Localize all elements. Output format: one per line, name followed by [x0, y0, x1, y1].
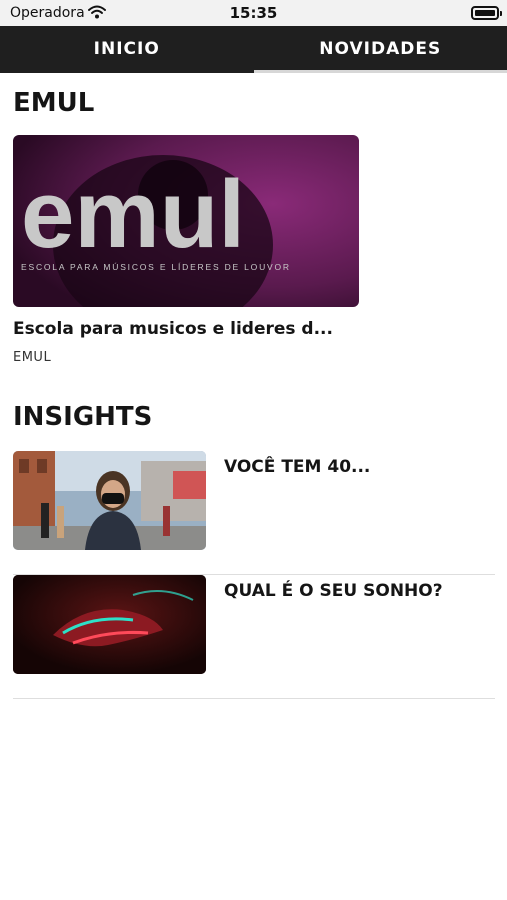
clock: 15:35	[229, 4, 278, 22]
emul-card-subtitle: EMUL	[13, 350, 52, 365]
status-bar: Operadora 15:35	[0, 0, 507, 26]
insight-title[interactable]: QUAL É O SEU SONHO?	[224, 581, 443, 601]
tab-inicio[interactable]: INICIO	[0, 26, 254, 73]
list-item[interactable]: VOCÊ TEM 40...	[13, 451, 495, 575]
battery-icon	[471, 6, 502, 20]
video-thumbnail[interactable]	[13, 451, 206, 550]
video-thumbnail[interactable]	[13, 575, 206, 674]
divider	[13, 698, 495, 699]
section-title-emul: EMUL	[13, 88, 95, 118]
tab-bar: INICIO NOVIDADES	[0, 26, 507, 73]
list-item[interactable]: QUAL É O SEU SONHO?	[13, 575, 495, 699]
tab-novidades[interactable]: NOVIDADES	[253, 26, 507, 73]
section-title-insights: INSIGHTS	[13, 402, 153, 432]
insight-title[interactable]: VOCÊ TEM 40...	[224, 457, 370, 477]
emul-card-title[interactable]: Escola para musicos e lideres d...	[13, 319, 333, 339]
emul-video-thumbnail[interactable]: emul ESCOLA PARA MÚSICOS E LÍDERES DE LO…	[13, 135, 359, 307]
emul-logo-text: emul	[21, 161, 245, 268]
emul-tagline: ESCOLA PARA MÚSICOS E LÍDERES DE LOUVOR	[21, 262, 291, 272]
